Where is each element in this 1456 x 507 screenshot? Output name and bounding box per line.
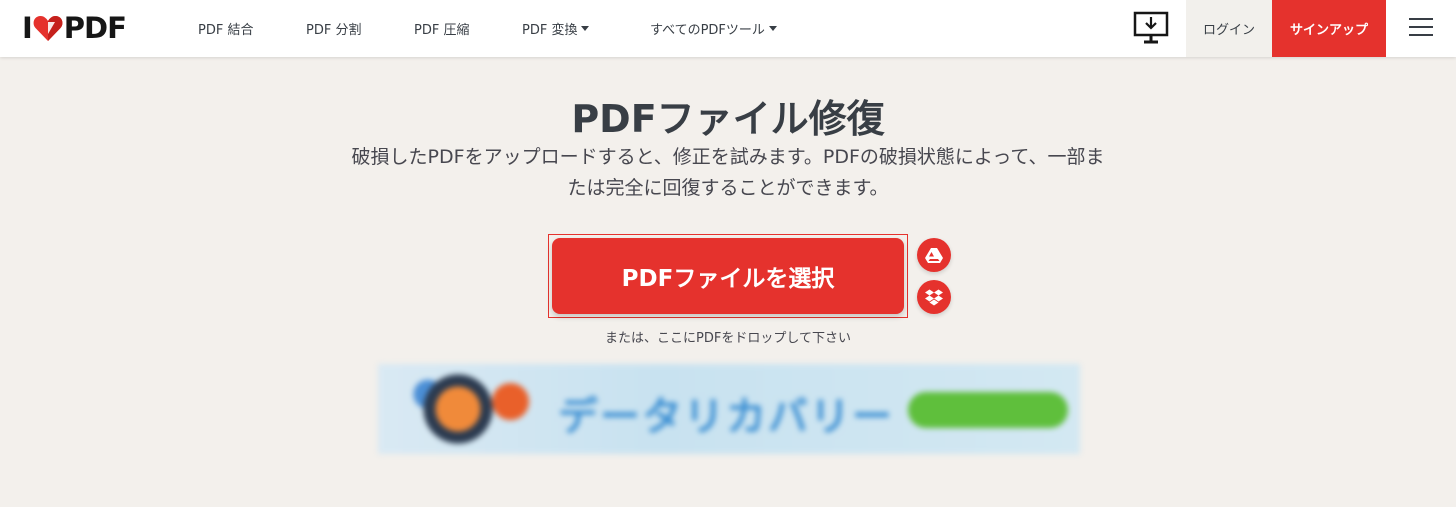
signup-button[interactable]: サインアップ [1272,0,1386,57]
drop-hint-text: または、ここにPDFをドロップして下さい [605,331,851,346]
ad-headline: データリカバリー [558,394,894,440]
heart-logo-icon [33,16,63,41]
google-drive-button[interactable] [917,238,951,272]
page-title: PDFファイル修復 [571,97,885,141]
nav-convert-pdf[interactable]: PDF 変換 [522,0,590,57]
page-subtitle: 破損したPDFをアップロードすると、修正を試みます。PDFの破損状態によって、一… [351,146,1105,199]
caret-down-icon [581,26,590,31]
dropbox-button[interactable] [917,280,951,314]
top-header: I PDF PDF 結合 PDF 分割 PDF 圧縮 PDF 変換 すべてのPD… [0,0,1456,57]
ad-illustration [398,372,548,446]
nav-split-pdf[interactable]: PDF 分割 [306,0,361,57]
logo-i: I [22,11,33,45]
nav-compress-pdf[interactable]: PDF 圧縮 [414,0,469,57]
nav-split-label: PDF 分割 [306,23,362,38]
hamburger-menu-icon[interactable] [1409,18,1433,38]
ad-banner[interactable]: データリカバリー [378,364,1080,454]
nav-merge-label: PDF 結合 [198,23,254,38]
logo-pdf: PDF [63,11,127,45]
select-pdf-file-button[interactable]: PDFファイルを選択 [552,238,904,314]
nav-merge-pdf[interactable]: PDF 結合 [198,0,253,57]
ad-cta-button[interactable] [908,392,1068,428]
google-drive-icon [925,248,943,263]
nav-convert-label: PDF 変換 [522,23,578,38]
select-button-label: PDFファイルを選択 [621,266,835,292]
nav-all-tools[interactable]: すべてのPDFツール [650,0,777,57]
login-label: ログイン [1202,23,1255,38]
dropbox-icon [925,289,943,305]
nav-compress-label: PDF 圧縮 [414,23,470,38]
caret-down-icon [768,26,777,31]
desktop-download-icon[interactable] [1133,11,1169,45]
ilovepdf-logo[interactable]: I PDF [22,11,127,45]
nav-all-tools-label: すべてのPDFツール [650,23,765,38]
login-button[interactable]: ログイン [1186,0,1272,57]
signup-label: サインアップ [1289,23,1368,38]
